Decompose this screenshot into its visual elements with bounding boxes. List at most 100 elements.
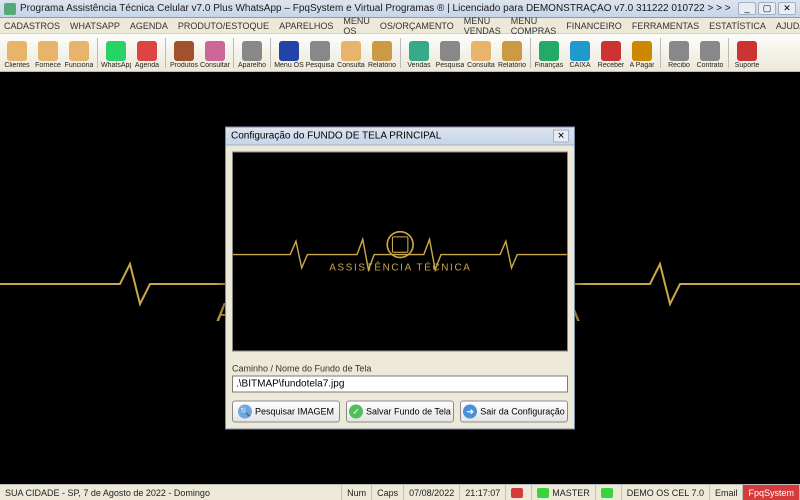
- toolbar-relatório[interactable]: Relatório: [367, 36, 397, 70]
- toolbar-separator: [728, 38, 729, 68]
- toolbar-label: Finanças: [535, 62, 563, 69]
- toolbar-finanças[interactable]: Finanças: [534, 36, 564, 70]
- aparelho-icon: [242, 41, 262, 61]
- menu-bar: CADASTROS WHATSAPP AGENDA PRODUTO/ESTOQU…: [0, 18, 800, 34]
- menu-financeiro[interactable]: FINANCEIRO: [566, 21, 622, 31]
- menu-os-icon: [279, 41, 299, 61]
- pesquisa-icon: [440, 41, 460, 61]
- toolbar-whatsapp[interactable]: WhatsApp: [101, 36, 131, 70]
- dialog-title: Configuração do FUNDO DE TELA PRINCIPAL: [231, 131, 441, 142]
- funciona-icon: [69, 41, 89, 61]
- toolbar-separator: [97, 38, 98, 68]
- config-dialog: Configuração do FUNDO DE TELA PRINCIPAL …: [225, 127, 575, 430]
- toolbar-fornece[interactable]: Fornece: [33, 36, 63, 70]
- toolbar-suporte[interactable]: Suporte: [732, 36, 762, 70]
- toolbar-menu-os[interactable]: Menu OS: [274, 36, 304, 70]
- clientes-icon: [7, 41, 27, 61]
- exit-config-button[interactable]: ➜ Sair da Configuração: [460, 401, 568, 423]
- status-demo: DEMO OS CEL 7.0: [622, 485, 710, 500]
- wallpaper-preview: ASSISTÊNCIA TÉCNICA: [232, 152, 568, 352]
- save-wallpaper-button[interactable]: ✓ Salvar Fundo de Tela: [346, 401, 454, 423]
- menu-menuos[interactable]: MENU OS: [343, 16, 370, 36]
- workspace: ASSISTÊNCIA TÉCNICA Configuração do FUND…: [0, 72, 800, 484]
- toolbar-recibo[interactable]: Recibo: [664, 36, 694, 70]
- check-icon: ✓: [349, 405, 363, 419]
- exit-icon: ➜: [463, 405, 477, 419]
- minimize-button[interactable]: _: [738, 2, 756, 15]
- vendas-icon: [409, 41, 429, 61]
- toolbar-caixa[interactable]: CAIXA: [565, 36, 595, 70]
- relatório-icon: [502, 41, 522, 61]
- toolbar-label: Receber: [598, 62, 624, 69]
- toolbar-label: Consultar: [200, 62, 230, 69]
- menu-ferramentas[interactable]: FERRAMENTAS: [632, 21, 699, 31]
- close-button[interactable]: ✕: [778, 2, 796, 15]
- toolbar-label: Contrato: [697, 62, 724, 69]
- toolbar-separator: [165, 38, 166, 68]
- agenda-icon: [137, 41, 157, 61]
- recibo-icon: [669, 41, 689, 61]
- status-bar: SUA CIDADE - SP, 7 de Agosto de 2022 - D…: [0, 484, 800, 500]
- caixa-icon: [570, 41, 590, 61]
- status-num: Num: [342, 485, 372, 500]
- status-indicator-green: [596, 485, 622, 500]
- maximize-button[interactable]: ▢: [758, 2, 776, 15]
- search-image-button[interactable]: 🔍 Pesquisar IMAGEM: [232, 401, 340, 423]
- menu-ajuda[interactable]: AJUDA: [776, 21, 800, 31]
- menu-cadastros[interactable]: CADASTROS: [4, 21, 60, 31]
- toolbar-separator: [530, 38, 531, 68]
- menu-estatistica[interactable]: ESTATÍSTICA: [709, 21, 766, 31]
- toolbar-contrato[interactable]: Contrato: [695, 36, 725, 70]
- menu-agenda[interactable]: AGENDA: [130, 21, 168, 31]
- menu-menuvendas[interactable]: MENU VENDAS: [464, 16, 501, 36]
- toolbar-aparelho[interactable]: Aparelho: [237, 36, 267, 70]
- toolbar-consulta[interactable]: Consulta: [466, 36, 496, 70]
- toolbar-consulta[interactable]: Consulta: [336, 36, 366, 70]
- toolbar-separator: [660, 38, 661, 68]
- toolbar-label: Produtos: [170, 62, 198, 69]
- window-titlebar: Programa Assistência Técnica Celular v7.…: [0, 0, 800, 18]
- status-master: MASTER: [532, 485, 596, 500]
- toolbar-label: Recibo: [668, 62, 690, 69]
- toolbar-receber[interactable]: Receber: [596, 36, 626, 70]
- status-brand[interactable]: FpqSystem: [743, 485, 800, 500]
- toolbar-a-pagar[interactable]: A Pagar: [627, 36, 657, 70]
- toolbar-pesquisa[interactable]: Pesquisa: [305, 36, 335, 70]
- toolbar-label: Clientes: [4, 62, 29, 69]
- toolbar-pesquisa[interactable]: Pesquisa: [435, 36, 465, 70]
- menu-osorcamento[interactable]: OS/ORÇAMENTO: [380, 21, 454, 31]
- menu-aparelhos[interactable]: APARELHOS: [279, 21, 333, 31]
- toolbar-produtos[interactable]: Produtos: [169, 36, 199, 70]
- status-email[interactable]: Email: [710, 485, 744, 500]
- status-time: 21:17:07: [460, 485, 506, 500]
- menu-produto[interactable]: PRODUTO/ESTOQUE: [178, 21, 269, 31]
- dialog-close-button[interactable]: ✕: [553, 130, 569, 143]
- toolbar-vendas[interactable]: Vendas: [404, 36, 434, 70]
- path-input[interactable]: [232, 376, 568, 393]
- toolbar: Clientes ForneceFunciona WhatsApp Agenda Pro…: [0, 34, 800, 72]
- toolbar-relatório[interactable]: Relatório: [497, 36, 527, 70]
- consulta-icon: [471, 41, 491, 61]
- toolbar-label: Fornece: [35, 62, 61, 69]
- toolbar-label: Consulta: [337, 62, 365, 69]
- a-pagar-icon: [632, 41, 652, 61]
- menu-menucompras[interactable]: MENU COMPRAS: [511, 16, 557, 36]
- toolbar-agenda[interactable]: Agenda: [132, 36, 162, 70]
- suporte-icon: [737, 41, 757, 61]
- toolbar-label: Relatório: [368, 62, 396, 69]
- toolbar-label: Consulta: [467, 62, 495, 69]
- preview-gear-icon: [386, 230, 414, 258]
- toolbar-funciona[interactable]: Funciona: [64, 36, 94, 70]
- consultar-icon: [205, 41, 225, 61]
- status-date: 07/08/2022: [404, 485, 460, 500]
- toolbar-label: Aparelho: [238, 62, 266, 69]
- toolbar-label: Agenda: [135, 62, 159, 69]
- toolbar-label: Vendas: [407, 62, 430, 69]
- toolbar-consultar[interactable]: Consultar: [200, 36, 230, 70]
- pesquisa-icon: [310, 41, 330, 61]
- toolbar-clientes[interactable]: Clientes: [2, 36, 32, 70]
- finanças-icon: [539, 41, 559, 61]
- menu-whatsapp[interactable]: WHATSAPP: [70, 21, 120, 31]
- toolbar-label: WhatsApp: [101, 62, 131, 69]
- produtos-icon: [174, 41, 194, 61]
